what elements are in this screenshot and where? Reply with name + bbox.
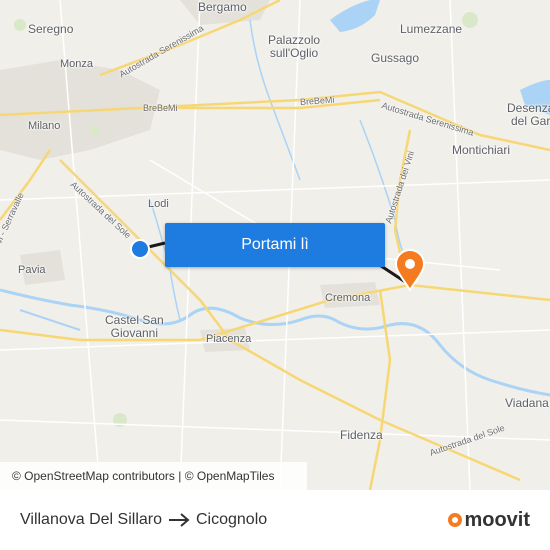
route-summary: Villanova Del Sillaro Cicognolo [20, 490, 267, 550]
footer: Villanova Del Sillaro Cicognolo moovit [0, 490, 550, 550]
moovit-logo-icon [448, 513, 463, 527]
navigate-button[interactable]: Portami lì [165, 223, 385, 267]
brand-name: moovit [464, 508, 530, 531]
map-view[interactable]: Bergamo Seregno Monza Milano Palazzolo s… [0, 0, 550, 490]
map-attribution: © OpenStreetMap contributors | © OpenMap… [0, 462, 307, 490]
destination-pin-icon[interactable] [394, 249, 426, 292]
origin-dot-icon[interactable] [130, 239, 150, 259]
destination-name: Cicognolo [196, 511, 268, 528]
origin-name: Villanova Del Sillaro [20, 511, 162, 528]
right-arrow-icon [169, 513, 190, 527]
moovit-logo: moovit [448, 490, 530, 550]
